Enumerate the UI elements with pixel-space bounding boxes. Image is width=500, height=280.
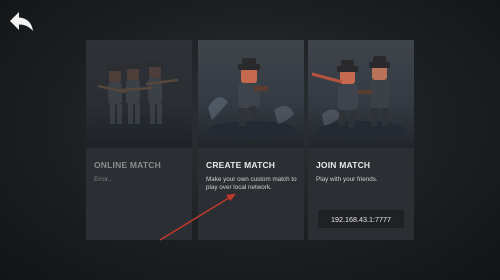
online-match-title: ONLINE MATCH bbox=[94, 160, 161, 170]
create-match-body: CREATE MATCH Make your own custom match … bbox=[198, 148, 304, 240]
match-mode-cards: ONLINE MATCH Error... CREATE MATCH Make … bbox=[86, 40, 416, 240]
back-arrow-icon bbox=[10, 12, 33, 31]
online-match-illustration bbox=[86, 40, 192, 148]
ip-address-field[interactable]: 192.168.43.1:7777 bbox=[318, 210, 404, 228]
create-match-description: Make your own custom match to play over … bbox=[206, 176, 297, 192]
back-button[interactable] bbox=[4, 6, 40, 36]
online-match-body: ONLINE MATCH Error... bbox=[86, 148, 192, 240]
join-match-description: Play with your friends. bbox=[316, 176, 378, 183]
join-match-illustration bbox=[308, 40, 414, 148]
online-match-card[interactable]: ONLINE MATCH Error... bbox=[86, 40, 192, 240]
join-match-card[interactable]: JOIN MATCH Play with your friends. 192.1… bbox=[308, 40, 414, 240]
create-match-card[interactable]: CREATE MATCH Make your own custom match … bbox=[198, 40, 304, 240]
join-match-title: JOIN MATCH bbox=[316, 160, 371, 170]
create-match-illustration bbox=[198, 40, 304, 148]
online-match-description: Error... bbox=[94, 176, 113, 183]
create-match-title: CREATE MATCH bbox=[206, 160, 276, 170]
join-match-body: JOIN MATCH Play with your friends. 192.1… bbox=[308, 148, 414, 240]
